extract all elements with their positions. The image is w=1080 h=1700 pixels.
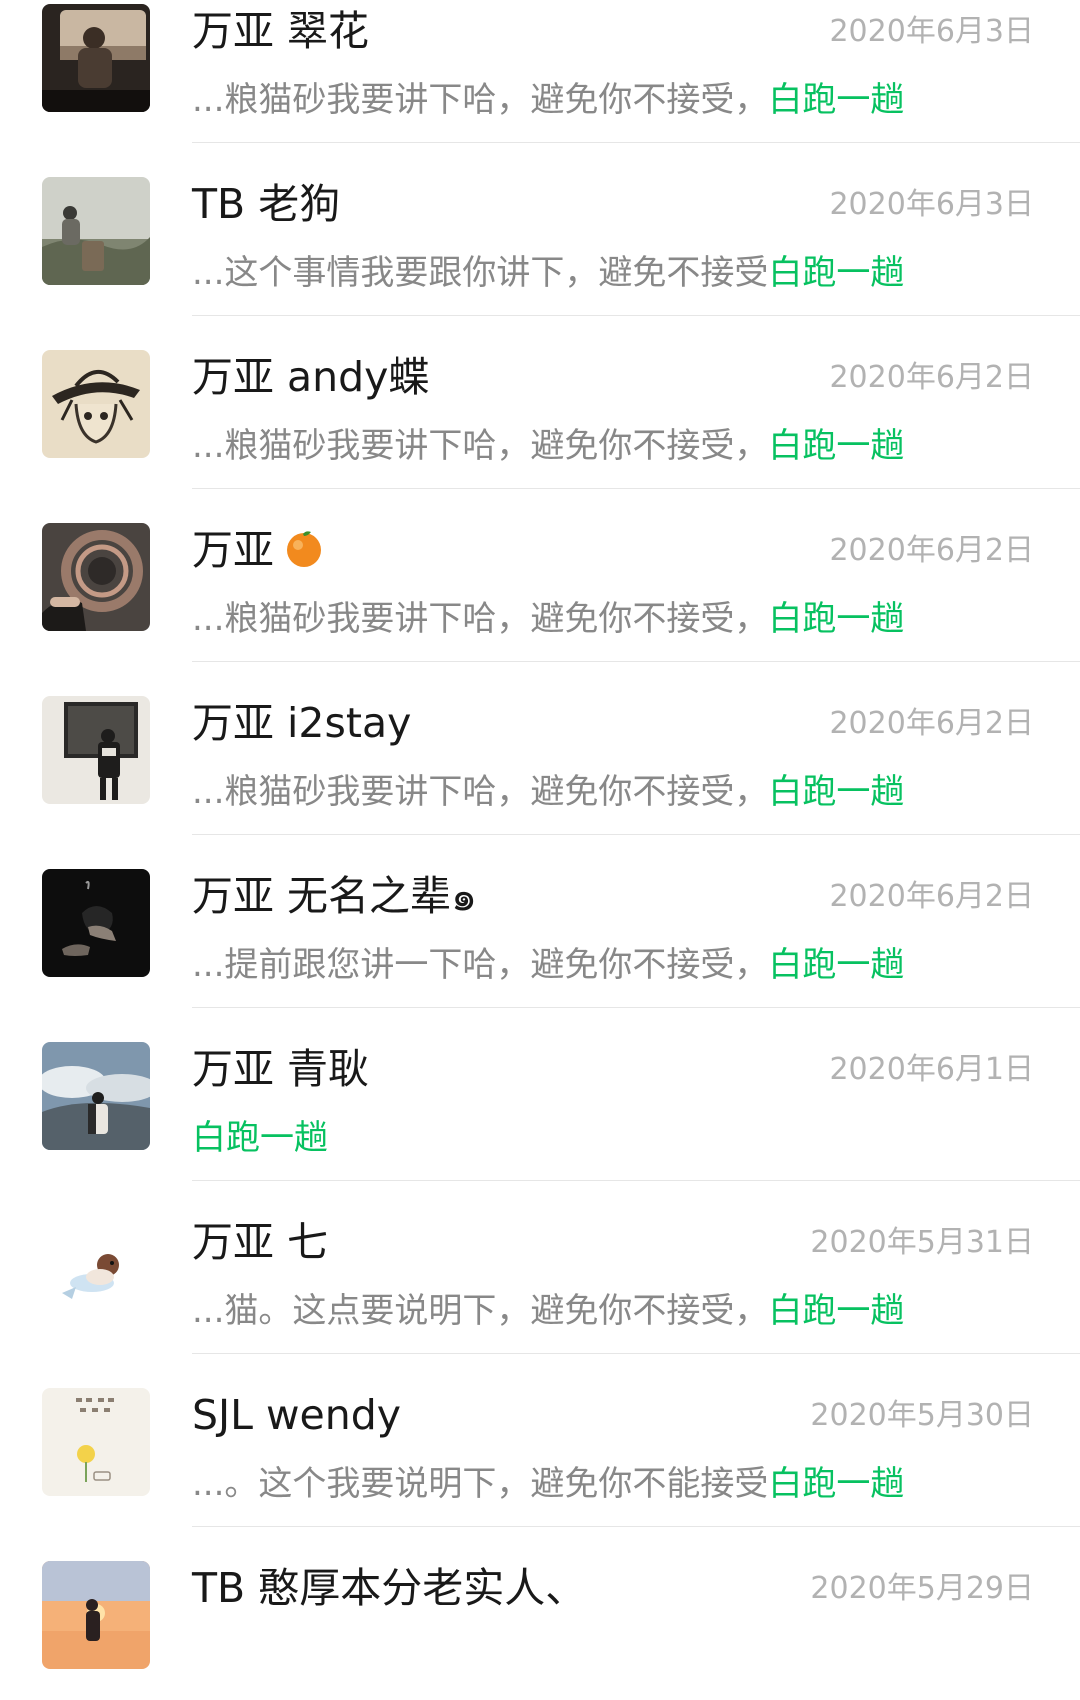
- message-date: 2020年6月1日: [829, 1052, 1034, 1087]
- message-date: 2020年5月29日: [810, 1571, 1034, 1606]
- avatar-person-back-image: [42, 696, 150, 804]
- avatar[interactable]: [42, 1388, 150, 1496]
- highlight-text: 白跑一趟: [768, 772, 905, 812]
- chat-row[interactable]: 万亚 2020年6月2日 ...粮猫砂我要讲下哈，避免你不接受，白跑一趟: [0, 489, 1080, 662]
- message-date: 2020年6月2日: [829, 360, 1034, 395]
- contact-name: SJL wendy: [192, 1391, 402, 1439]
- avatar-tunnel-ring-image: [42, 523, 150, 631]
- contact-name: TB 老狗: [192, 180, 341, 228]
- chat-row[interactable]: TB 老狗 2020年6月3日 ...这个事情我要跟你讲下，避免不接受白跑一趟: [0, 143, 1080, 316]
- avatar-foggy-hill-image: [42, 177, 150, 285]
- avatar-car-window-image: [42, 4, 150, 112]
- highlight-text: 白跑一趟: [768, 1291, 905, 1331]
- contact-name-text: 万亚: [192, 526, 274, 574]
- highlight-text: 白跑一趟: [192, 1118, 328, 1158]
- avatar[interactable]: [42, 350, 150, 458]
- avatar-straw-hat-sketch-image: [42, 350, 150, 458]
- chat-list: 万亚 翠花 2020年6月3日 ...粮猫砂我要讲下哈，避免你不接受，白跑一趟 …: [0, 0, 1080, 1700]
- highlight-text: 白跑一趟: [768, 599, 905, 639]
- preview-text: ...猫。这点要说明下，避免你不接受，: [192, 1291, 769, 1331]
- chat-row[interactable]: TB 憨厚本分老实人、 2020年5月29日: [0, 1527, 1080, 1700]
- preview-text: ...粮猫砂我要讲下哈，避免你不接受，: [192, 426, 769, 466]
- contact-name: 万亚 七: [192, 1218, 329, 1266]
- avatar[interactable]: [42, 1042, 150, 1150]
- message-preview: ...这个事情我要跟你讲下，避免不接受白跑一趟: [192, 251, 904, 295]
- chat-row[interactable]: 万亚 七 2020年5月31日 ...猫。这点要说明下，避免你不接受，白跑一趟: [0, 1181, 1080, 1354]
- contact-name: 万亚 青耿: [192, 1045, 370, 1093]
- message-preview: ...粮猫砂我要讲下哈，避免你不接受，白跑一趟: [192, 78, 904, 122]
- contact-name: 万亚: [192, 525, 324, 575]
- message-preview: ...猫。这点要说明下，避免你不接受，白跑一趟: [192, 1289, 904, 1333]
- avatar-dark-hands-image: [42, 869, 150, 977]
- avatar[interactable]: [42, 1561, 150, 1669]
- message-preview: ...粮猫砂我要讲下哈，避免你不接受，白跑一趟: [192, 597, 904, 641]
- avatar[interactable]: [42, 869, 150, 977]
- message-date: 2020年5月31日: [810, 1225, 1034, 1260]
- avatar-cloud-mountain-image: [42, 1042, 150, 1150]
- message-preview: 白跑一趟: [192, 1116, 328, 1160]
- avatar[interactable]: [42, 1215, 150, 1323]
- contact-name: 万亚 andy蝶: [192, 353, 430, 401]
- chat-row[interactable]: SJL wendy 2020年5月30日 ...。这个我要说明下，避免你不能接受…: [0, 1354, 1080, 1527]
- message-date: 2020年6月3日: [829, 187, 1034, 222]
- preview-text: ...粮猫砂我要讲下哈，避免你不接受，: [192, 599, 769, 639]
- message-date: 2020年6月3日: [829, 14, 1034, 49]
- chat-row[interactable]: 万亚 andy蝶 2020年6月2日 ...粮猫砂我要讲下哈，避免你不接受，白跑…: [0, 316, 1080, 489]
- message-preview: ...粮猫砂我要讲下哈，避免你不接受，白跑一趟: [192, 770, 904, 814]
- avatar-flower-text-image: [42, 1388, 150, 1496]
- highlight-text: 白跑一趟: [768, 80, 905, 120]
- contact-name: 万亚 无名之辈๑: [192, 872, 478, 920]
- highlight-text: 白跑一趟: [768, 426, 905, 466]
- message-date: 2020年6月2日: [829, 533, 1034, 568]
- chat-row[interactable]: 万亚 青耿 2020年6月1日 白跑一趟: [0, 1008, 1080, 1181]
- avatar[interactable]: [42, 4, 150, 112]
- message-preview: ...粮猫砂我要讲下哈，避免你不接受，白跑一趟: [192, 424, 904, 468]
- preview-text: ...。这个我要说明下，避免你不能接受: [192, 1464, 769, 1504]
- avatar[interactable]: [42, 523, 150, 631]
- message-date: 2020年6月2日: [829, 706, 1034, 741]
- avatar-sunset-image: [42, 1561, 150, 1669]
- message-preview: ...提前跟您讲一下哈，避免你不接受，白跑一趟: [192, 943, 904, 987]
- preview-text: ...粮猫砂我要讲下哈，避免你不接受，: [192, 80, 769, 120]
- orange-emoji-icon: [287, 531, 321, 567]
- contact-name: 万亚 翠花: [192, 7, 370, 55]
- preview-text: ...这个事情我要跟你讲下，避免不接受: [192, 253, 769, 293]
- highlight-text: 白跑一趟: [768, 1464, 905, 1504]
- chat-row[interactable]: 万亚 翠花 2020年6月3日 ...粮猫砂我要讲下哈，避免你不接受，白跑一趟: [0, 0, 1080, 143]
- avatar[interactable]: [42, 696, 150, 804]
- message-date: 2020年5月30日: [810, 1398, 1034, 1433]
- preview-text: ...粮猫砂我要讲下哈，避免你不接受，: [192, 772, 769, 812]
- message-date: 2020年6月2日: [829, 879, 1034, 914]
- contact-name: TB 憨厚本分老实人、: [192, 1564, 587, 1612]
- chat-row[interactable]: 万亚 无名之辈๑ 2020年6月2日 ...提前跟您讲一下哈，避免你不接受，白跑…: [0, 835, 1080, 1008]
- preview-text: ...提前跟您讲一下哈，避免你不接受，: [192, 945, 769, 985]
- avatar[interactable]: [42, 177, 150, 285]
- contact-name: 万亚 i2stay: [192, 699, 412, 747]
- avatar-flying-dog-image: [42, 1215, 150, 1323]
- highlight-text: 白跑一趟: [768, 253, 905, 293]
- message-preview: ...。这个我要说明下，避免你不能接受白跑一趟: [192, 1462, 904, 1506]
- highlight-text: 白跑一趟: [768, 945, 905, 985]
- chat-row[interactable]: 万亚 i2stay 2020年6月2日 ...粮猫砂我要讲下哈，避免你不接受，白…: [0, 662, 1080, 835]
